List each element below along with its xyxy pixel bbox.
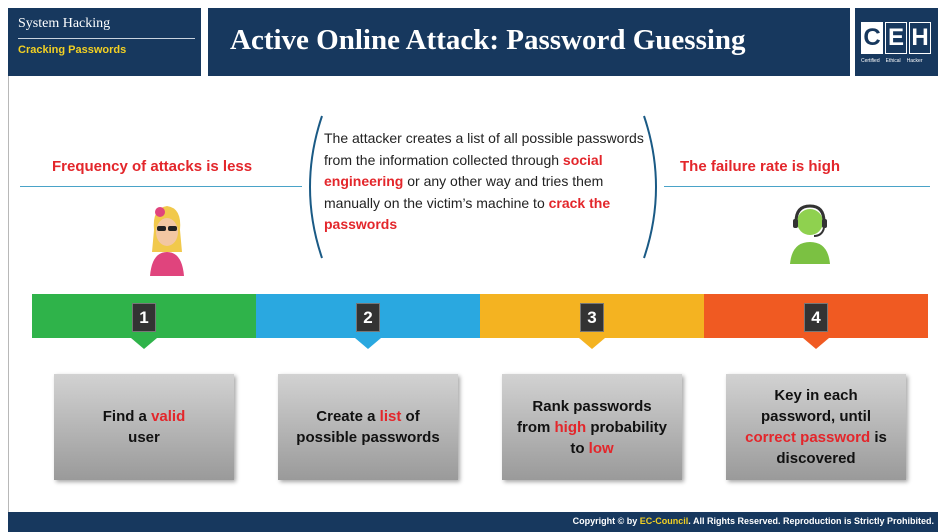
logo-tagline-1: Certified: [861, 58, 880, 64]
frequency-label: Frequency of attacks is less: [52, 158, 253, 175]
step-4-number: 4: [804, 303, 828, 332]
left-connector-line: [20, 186, 302, 187]
right-connector-line: [664, 186, 930, 187]
step-3-pointer: [579, 338, 605, 349]
step-4-text: Key in each password, until: [760, 387, 871, 425]
section-title: System Hacking: [18, 16, 111, 31]
step-4-highlight: correct password: [745, 429, 871, 446]
woman-sunglasses-icon: [150, 206, 184, 276]
failure-rate-label: The failure rate is high: [680, 158, 841, 175]
step-3-highlight-2: low: [588, 439, 614, 457]
copyright-rights: . All Rights Reserved. Reproduction is S…: [688, 516, 934, 526]
step-2-box: Create a list of possible passwords: [278, 374, 458, 480]
step-2-text: Create a: [316, 408, 380, 425]
footer-bar: Copyright © by EC-Council. All Rights Re…: [8, 512, 938, 532]
step-3-highlight: high: [554, 418, 587, 436]
headset-user-icon: [790, 204, 830, 264]
logo-tagline-2: Ethical: [885, 58, 901, 64]
step-4-box: Key in each password, until correct pass…: [726, 374, 906, 480]
step-2-number: 2: [356, 303, 380, 332]
step-3-box: Rank passwords from high probability to …: [502, 374, 682, 480]
logo-letter-c: C: [861, 22, 883, 54]
step-1-highlight: valid: [151, 408, 186, 425]
subsection-title: Cracking Passwords: [18, 44, 127, 56]
logo-letter-h: H: [909, 22, 931, 54]
step-2-pointer: [355, 338, 381, 349]
logo-tagline-3: Hacker: [906, 58, 923, 64]
section-divider: [18, 38, 195, 39]
step-2-highlight: list: [379, 408, 402, 425]
left-bracket: [309, 115, 323, 259]
slide-left-border: [8, 76, 9, 512]
section-banner: System Hacking Cracking Passwords: [8, 8, 201, 76]
step-1-pointer: [131, 338, 157, 349]
attack-description: The attacker creates a list of all possi…: [324, 128, 654, 236]
step-1-box: Find a valid user: [54, 374, 234, 480]
step-1-text-end: user: [128, 429, 160, 446]
step-1-text: Find a: [102, 408, 152, 425]
copyright-text: Copyright © by: [572, 516, 640, 526]
step-3-number: 3: [580, 303, 604, 332]
slide-title: Active Online Attack: Password Guessing: [230, 24, 746, 56]
ceh-logo: C E H Certified Ethical Hacker: [855, 8, 938, 76]
title-banner: Active Online Attack: Password Guessing: [208, 8, 850, 76]
step-4-pointer: [803, 338, 829, 349]
step-1-number: 1: [132, 303, 156, 332]
ec-council-brand: EC-Council: [639, 516, 689, 526]
copyright-notice: Copyright © by EC-Council. All Rights Re…: [573, 516, 934, 526]
logo-letter-e: E: [885, 22, 907, 54]
